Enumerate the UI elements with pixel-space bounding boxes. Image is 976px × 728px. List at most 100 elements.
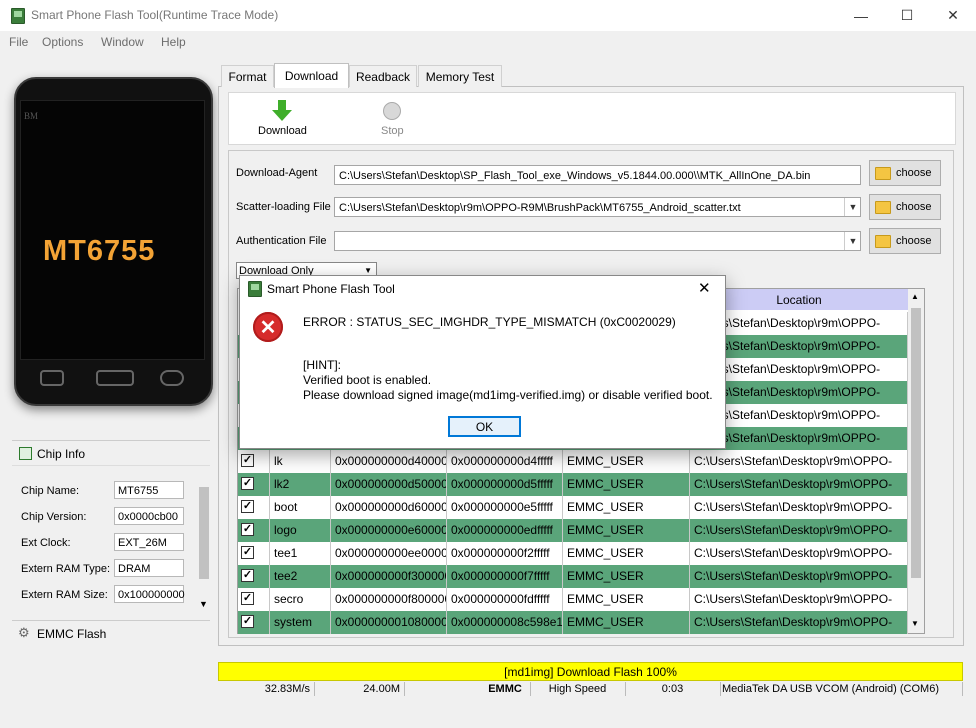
ram-size-value: 0x100000000	[114, 585, 185, 603]
scatter-dropdown-icon[interactable]: ▼	[844, 198, 861, 216]
dialog-title-bar: Smart Phone Flash Tool ✕	[240, 276, 725, 301]
choose-auth-button[interactable]: choose	[869, 228, 941, 254]
table-row[interactable]: ✓ logo 0x000000000e600000 0x000000000edf…	[238, 519, 908, 542]
menu-bar: File Options Window Help	[0, 31, 976, 53]
status-size: 24.00M	[315, 682, 405, 696]
row-checkbox[interactable]: ✓	[241, 615, 254, 628]
scroll-down-icon[interactable]: ▼	[199, 599, 208, 609]
close-window-button[interactable]: ✕	[930, 0, 976, 31]
table-row[interactable]: ✓ lk2 0x000000000d500000 0x000000000d5ff…	[238, 473, 908, 496]
row-region: EMMC_USER	[563, 450, 690, 473]
row-begin-address: 0x000000000ee00000	[331, 542, 447, 565]
table-row[interactable]: ✓ tee2 0x000000000f300000 0x000000000f7f…	[238, 565, 908, 588]
menu-options[interactable]: Options	[42, 35, 83, 49]
tab-readback[interactable]: Readback	[349, 65, 417, 87]
emmc-flash-panel[interactable]: ⚙ EMMC Flash	[12, 620, 210, 645]
row-checkbox[interactable]: ✓	[241, 592, 254, 605]
row-location: C:\Users\Stefan\Desktop\r9m\OPPO-	[690, 496, 908, 519]
ext-clock-value: EXT_26M	[114, 533, 184, 551]
scroll-up-icon[interactable]: ▲	[911, 292, 919, 301]
choose-label: choose	[896, 201, 932, 213]
row-location: C:\Users\Stefan\Desktop\r9m\OPPO-	[690, 611, 908, 634]
chip-version-value: 0x0000cb00	[114, 507, 184, 525]
row-checkbox-cell[interactable]: ✓	[238, 588, 270, 611]
auth-dropdown-icon[interactable]: ▼	[844, 232, 861, 250]
gear-icon: ⚙	[18, 625, 30, 640]
row-location: C:\Users\Stefan\Desktop\r9m\OPPO-	[690, 565, 908, 588]
table-row[interactable]: ✓ tee1 0x000000000ee00000 0x000000000f2f…	[238, 542, 908, 565]
stop-button[interactable]: Stop	[372, 98, 412, 140]
table-row[interactable]: ✓ secro 0x000000000f800000 0x000000000fd…	[238, 588, 908, 611]
choose-agent-button[interactable]: choose	[869, 160, 941, 186]
row-end-address: 0x000000000f7fffff	[447, 565, 563, 588]
row-checkbox[interactable]: ✓	[241, 546, 254, 559]
row-checkbox-cell[interactable]: ✓	[238, 611, 270, 634]
ext-clock-label: Ext Clock:	[21, 537, 71, 549]
app-icon	[248, 281, 262, 297]
row-checkbox[interactable]: ✓	[241, 500, 254, 513]
row-checkbox-cell[interactable]: ✓	[238, 519, 270, 542]
error-icon: ✕	[253, 312, 283, 342]
row-region: EMMC_USER	[563, 473, 690, 496]
row-checkbox[interactable]: ✓	[241, 454, 254, 467]
hint-line-2: Please download signed image(md1img-veri…	[303, 388, 713, 402]
minimize-button[interactable]: —	[838, 0, 884, 31]
maximize-button[interactable]: ☐	[884, 0, 930, 31]
row-checkbox[interactable]: ✓	[241, 477, 254, 490]
row-name: lk	[270, 450, 331, 473]
folder-icon	[875, 166, 891, 180]
download-agent-label: Download-Agent	[236, 167, 318, 179]
row-checkbox-cell[interactable]: ✓	[238, 496, 270, 519]
tab-download[interactable]: Download	[274, 63, 349, 88]
row-checkbox[interactable]: ✓	[241, 569, 254, 582]
table-row[interactable]: ✓ boot 0x000000000d600000 0x000000000e5f…	[238, 496, 908, 519]
refresh-icon	[19, 447, 32, 460]
tab-memory-test[interactable]: Memory Test	[418, 65, 502, 87]
menu-window[interactable]: Window	[101, 35, 144, 49]
row-region: EMMC_USER	[563, 542, 690, 565]
scatter-file-field[interactable]: C:\Users\Stefan\Desktop\r9m\OPPO-R9M\Bru…	[334, 197, 861, 217]
ok-button[interactable]: OK	[448, 416, 521, 437]
menu-help[interactable]: Help	[161, 35, 186, 49]
row-begin-address: 0x000000000e600000	[331, 519, 447, 542]
menu-file[interactable]: File	[9, 35, 28, 49]
chip-info-scrollbar[interactable]: ▼	[198, 467, 210, 611]
scroll-down-icon[interactable]: ▼	[911, 619, 919, 628]
row-checkbox-cell[interactable]: ✓	[238, 473, 270, 496]
phone-brand: BM	[24, 111, 39, 121]
row-checkbox-cell[interactable]: ✓	[238, 565, 270, 588]
row-location: C:\Users\Stefan\Desktop\r9m\OPPO-	[690, 519, 908, 542]
toolbar	[228, 92, 956, 145]
row-region: EMMC_USER	[563, 519, 690, 542]
app-icon	[11, 8, 25, 24]
auth-file-field[interactable]	[334, 231, 861, 251]
error-dialog: Smart Phone Flash Tool ✕ ✕ ERROR : STATU…	[239, 275, 726, 449]
table-row[interactable]: ✓ lk 0x000000000d400000 0x000000000d4fff…	[238, 450, 908, 473]
emmc-flash-label: EMMC Flash	[37, 627, 107, 641]
row-checkbox-cell[interactable]: ✓	[238, 450, 270, 473]
table-row[interactable]: ✓ system 0x0000000010800000 0x000000008c…	[238, 611, 908, 634]
progress-bar: [md1img] Download Flash 100%	[218, 662, 963, 681]
tab-format[interactable]: Format	[221, 65, 274, 87]
status-storage: EMMC	[480, 682, 531, 696]
download-agent-field[interactable]: C:\Users\Stefan\Desktop\SP_Flash_Tool_ex…	[334, 165, 861, 185]
phone-home-key-icon	[96, 370, 134, 386]
row-end-address: 0x000000000fdfffff	[447, 588, 563, 611]
row-location: C:\Users\Stefan\Desktop\r9m\OPPO-	[690, 473, 908, 496]
folder-icon	[875, 234, 891, 248]
table-scroll-thumb[interactable]	[911, 308, 921, 578]
stop-label: Stop	[381, 125, 404, 137]
row-end-address: 0x000000000e5fffff	[447, 496, 563, 519]
ram-type-value: DRAM	[114, 559, 184, 577]
phone-back-key-icon	[160, 370, 184, 386]
row-begin-address: 0x000000000d600000	[331, 496, 447, 519]
error-message: ERROR : STATUS_SEC_IMGHDR_TYPE_MISMATCH …	[303, 315, 676, 329]
dialog-close-icon[interactable]: ✕	[698, 279, 711, 297]
status-mode: High Speed	[530, 682, 626, 696]
chip-info-scroll-thumb[interactable]	[199, 487, 209, 579]
choose-scatter-button[interactable]: choose	[869, 194, 941, 220]
row-checkbox-cell[interactable]: ✓	[238, 542, 270, 565]
chip-info-header[interactable]: Chip Info	[12, 440, 210, 465]
row-checkbox[interactable]: ✓	[241, 523, 254, 536]
download-button[interactable]: Download	[254, 98, 310, 140]
